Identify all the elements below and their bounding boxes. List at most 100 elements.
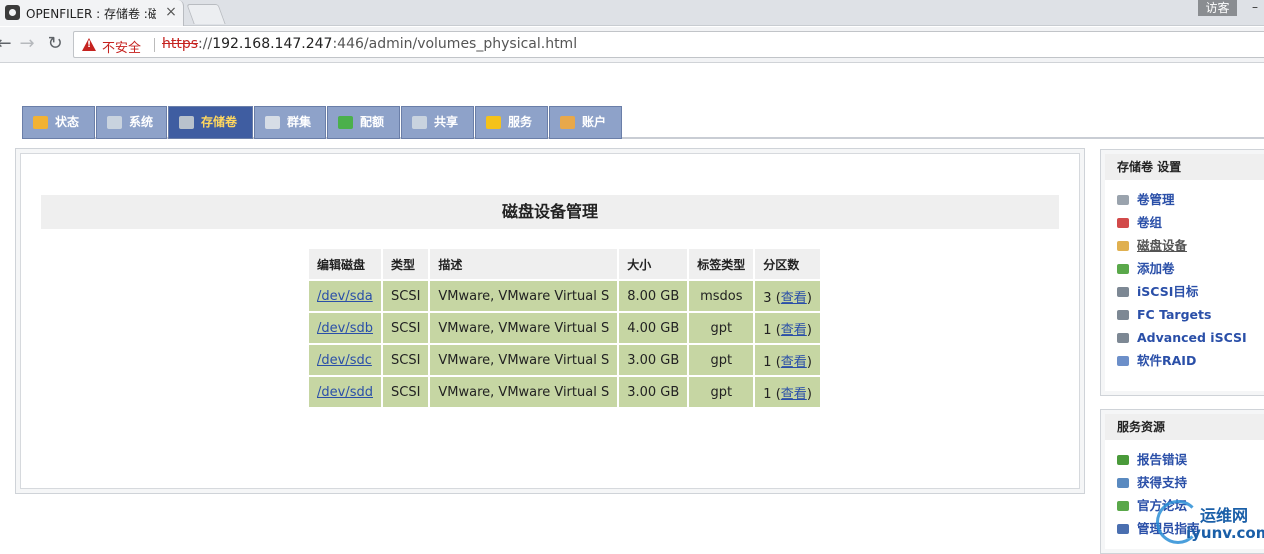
- content-panel: 磁盘设备管理 编辑磁盘 类型 描述 大小 标签类型 分区数 /dev/sda S…: [15, 148, 1085, 494]
- sidebar-resources-title: 服务资源: [1105, 414, 1264, 440]
- guide-icon: [1117, 524, 1129, 534]
- nav-tab-system[interactable]: 系统: [96, 106, 167, 139]
- nav-tab-label: 共享: [434, 115, 459, 129]
- forward-arrow-icon[interactable]: →: [17, 33, 37, 55]
- nav-tab-quota[interactable]: 配额: [327, 106, 400, 139]
- sidebar-item-volume-management[interactable]: 卷管理: [1117, 188, 1264, 211]
- sidebar-item-label: 报告错误: [1137, 452, 1188, 467]
- type-cell: SCSI: [382, 377, 429, 407]
- sidebar-item-advanced-iscsi[interactable]: Advanced iSCSI: [1117, 326, 1264, 349]
- main-navigation: 状态 系统 存储卷 群集 配额 共享 服务 账户: [22, 106, 1264, 139]
- sidebar-item-software-raid[interactable]: 软件RAID: [1117, 349, 1264, 372]
- back-arrow-icon[interactable]: ←: [0, 33, 14, 55]
- sidebar-item-label: 软件RAID: [1137, 353, 1197, 368]
- disk-cell: /dev/sda: [309, 281, 381, 311]
- sidebar-item-iscsi-targets[interactable]: iSCSI目标: [1117, 280, 1264, 303]
- type-cell: SCSI: [382, 313, 429, 343]
- url-path: :446/admin/volumes_physical.html: [332, 36, 578, 52]
- address-bar[interactable]: 不安全 https://192.168.147.247:446/admin/vo…: [73, 31, 1264, 58]
- bug-icon: [1117, 455, 1129, 465]
- nav-tab-cluster[interactable]: 群集: [254, 106, 326, 139]
- nav-tab-services[interactable]: 服务: [475, 106, 548, 139]
- tab-close-icon[interactable]: ×: [163, 3, 179, 21]
- pie-chart-icon: [338, 116, 353, 129]
- url-text[interactable]: https://192.168.147.247:446/admin/volume…: [162, 36, 577, 54]
- guest-profile-badge[interactable]: 访客: [1198, 0, 1237, 16]
- sidebar-item-volume-groups[interactable]: 卷组: [1117, 211, 1264, 234]
- sidebar-item-block-devices[interactable]: 磁盘设备: [1117, 234, 1264, 257]
- address-divider: [154, 38, 155, 52]
- nav-tab-shares[interactable]: 共享: [401, 106, 474, 139]
- nav-tab-label: 配额: [360, 115, 385, 129]
- view-partitions-link[interactable]: 查看: [781, 291, 807, 306]
- column-header: 描述: [430, 249, 618, 279]
- edit-disk-link[interactable]: /dev/sdd: [317, 385, 373, 400]
- description-cell: VMware, VMware Virtual S: [430, 281, 618, 311]
- sidebar-item-fc-targets[interactable]: FC Targets: [1117, 303, 1264, 326]
- sidebar-item-add-volume[interactable]: 添加卷: [1117, 257, 1264, 280]
- edit-disk-link[interactable]: /dev/sdb: [317, 321, 373, 336]
- column-header: 大小: [619, 249, 688, 279]
- sidebar-item-label: iSCSI目标: [1137, 284, 1199, 299]
- nav-tab-volumes[interactable]: 存储卷: [168, 106, 253, 139]
- volume-group-icon: [1117, 218, 1129, 228]
- sidebar-item-report-bug[interactable]: 报告错误: [1117, 448, 1264, 471]
- sidebar-item-label: 卷管理: [1137, 192, 1175, 207]
- nav-tab-label: 系统: [129, 115, 154, 129]
- sidebar-settings-title: 存储卷 设置: [1105, 154, 1264, 180]
- disk-cell: /dev/sdd: [309, 377, 381, 407]
- new-tab-button[interactable]: [186, 4, 226, 24]
- sidebar-item-label: 添加卷: [1137, 261, 1175, 276]
- partitions-cell: 1 (查看): [755, 313, 820, 343]
- sidebar-item-label: 获得支持: [1137, 475, 1188, 490]
- warning-triangle-icon[interactable]: [82, 38, 96, 51]
- column-header: 类型: [382, 249, 429, 279]
- site-watermark: 运维网 iyunv.com: [1156, 498, 1264, 548]
- security-status[interactable]: 不安全: [102, 37, 141, 56]
- sidebar-item-get-support[interactable]: 获得支持: [1117, 471, 1264, 494]
- nav-tab-label: 状态: [55, 115, 80, 129]
- window-minimize-button[interactable]: –: [1246, 0, 1264, 16]
- nav-tab-label: 账户: [582, 115, 607, 129]
- sun-cloud-icon: [33, 116, 48, 129]
- fc-icon: [1117, 310, 1129, 320]
- table-row: /dev/sdc SCSI VMware, VMware Virtual S 3…: [309, 345, 820, 375]
- browser-tab[interactable]: OPENFILER : 存储卷 :磁 ×: [0, 0, 184, 26]
- iscsi-icon: [1117, 287, 1129, 297]
- view-partitions-link[interactable]: 查看: [781, 355, 807, 370]
- edit-disk-link[interactable]: /dev/sdc: [317, 353, 372, 368]
- table-row: /dev/sda SCSI VMware, VMware Virtual S 8…: [309, 281, 820, 311]
- disk-device-icon: [1117, 241, 1129, 251]
- label-type-cell: msdos: [689, 281, 754, 311]
- lightning-icon: [486, 116, 501, 129]
- advanced-iscsi-icon: [1117, 333, 1129, 343]
- nav-tab-label: 服务: [508, 115, 533, 129]
- disk-cell: /dev/sdb: [309, 313, 381, 343]
- size-cell: 3.00 GB: [619, 345, 688, 375]
- user-key-icon: [560, 116, 575, 129]
- monitor-icon: [107, 116, 122, 129]
- sidebar-item-label: Advanced iSCSI: [1137, 330, 1247, 345]
- edit-disk-link[interactable]: /dev/sda: [317, 289, 373, 304]
- label-type-cell: gpt: [689, 377, 754, 407]
- browser-titlebar: OPENFILER : 存储卷 :磁 × 访客 –: [0, 0, 1264, 26]
- sidebar-item-label: FC Targets: [1137, 307, 1212, 322]
- nav-tab-accounts[interactable]: 账户: [549, 106, 622, 139]
- partition-count: 3: [763, 290, 772, 306]
- view-partitions-link[interactable]: 查看: [781, 323, 807, 338]
- reload-icon[interactable]: ↻: [45, 33, 65, 55]
- raid-icon: [1117, 356, 1129, 366]
- url-scheme: https: [162, 36, 199, 52]
- nav-tab-label: 存储卷: [201, 115, 238, 129]
- page-title: 磁盘设备管理: [41, 195, 1059, 229]
- nav-tab-status[interactable]: 状态: [22, 106, 95, 139]
- add-volume-icon: [1117, 264, 1129, 274]
- disk-table: 编辑磁盘 类型 描述 大小 标签类型 分区数 /dev/sda SCSI VMw…: [307, 247, 822, 409]
- sidebar-settings-inner: 存储卷 设置 卷管理 卷组 磁盘设备 添加卷 iSCSI目标 FC Target…: [1105, 154, 1264, 391]
- description-cell: VMware, VMware Virtual S: [430, 345, 618, 375]
- support-icon: [1117, 478, 1129, 488]
- view-partitions-link[interactable]: 查看: [781, 387, 807, 402]
- partition-count: 1: [763, 354, 772, 370]
- watermark-domain: iyunv.com: [1186, 524, 1264, 542]
- table-row: /dev/sdd SCSI VMware, VMware Virtual S 3…: [309, 377, 820, 407]
